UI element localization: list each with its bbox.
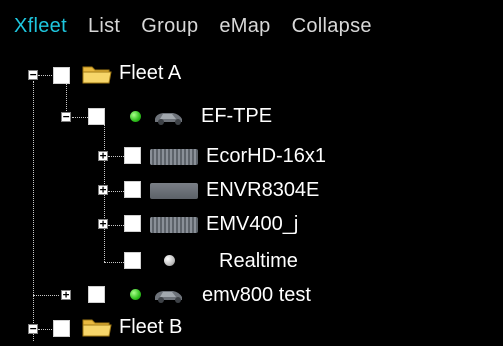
menu-group[interactable]: Group bbox=[141, 15, 198, 38]
device-checkbox[interactable] bbox=[124, 215, 141, 232]
tree-node-device[interactable]: + ENVR8304E bbox=[0, 173, 503, 207]
tree-node-vehicle[interactable]: − EF-TPE bbox=[0, 100, 503, 134]
device-checkbox[interactable] bbox=[124, 181, 141, 198]
tree-node-device[interactable]: + EMV400_j bbox=[0, 207, 503, 241]
menu-bar: Xfleet List Group eMap Collapse bbox=[0, 0, 503, 52]
fleet-tree: − Fleet A − EF-TPE + EcorHD-16x1 + ENVR8… bbox=[0, 52, 503, 344]
expand-toggle[interactable]: + bbox=[98, 218, 108, 229]
tree-node-fleet-b[interactable]: − Fleet B bbox=[0, 312, 503, 346]
fleet-b-checkbox[interactable] bbox=[53, 320, 70, 337]
menu-emap[interactable]: eMap bbox=[219, 15, 270, 38]
folder-icon bbox=[82, 319, 112, 337]
realtime-label: Realtime bbox=[219, 250, 298, 272]
device-label: EcorHD-16x1 bbox=[206, 145, 327, 167]
expand-toggle[interactable]: + bbox=[98, 150, 108, 161]
car-icon bbox=[155, 113, 182, 125]
menu-xfleet[interactable]: Xfleet bbox=[14, 15, 67, 38]
offline-status-icon bbox=[164, 255, 175, 266]
fleet-a-label: Fleet A bbox=[119, 62, 182, 84]
vehicle-checkbox[interactable] bbox=[88, 108, 105, 125]
device-icon bbox=[150, 183, 198, 199]
menu-collapse[interactable]: Collapse bbox=[292, 15, 372, 38]
tree-node-fleet-a[interactable]: − Fleet A bbox=[0, 59, 503, 93]
tree-node-realtime[interactable]: Realtime bbox=[0, 244, 503, 278]
expand-toggle[interactable]: + bbox=[61, 289, 71, 300]
fleet-b-label: Fleet B bbox=[119, 316, 183, 338]
online-status-icon bbox=[130, 111, 141, 122]
tree-node-vehicle[interactable]: + emv800 test bbox=[0, 278, 503, 312]
vehicle-label: EF-TPE bbox=[201, 105, 273, 127]
expand-toggle[interactable]: + bbox=[98, 184, 108, 195]
folder-icon bbox=[82, 66, 112, 84]
collapse-toggle[interactable]: − bbox=[61, 111, 71, 122]
device-checkbox[interactable] bbox=[124, 147, 141, 164]
menu-list[interactable]: List bbox=[88, 15, 120, 38]
fleet-a-checkbox[interactable] bbox=[53, 67, 70, 84]
device-icon bbox=[150, 149, 198, 165]
car-icon bbox=[155, 291, 182, 303]
realtime-checkbox[interactable] bbox=[124, 252, 141, 269]
online-status-icon bbox=[130, 289, 141, 300]
collapse-toggle[interactable]: − bbox=[28, 69, 38, 80]
vehicle-label: emv800 test bbox=[202, 284, 311, 306]
collapse-toggle[interactable]: − bbox=[28, 323, 38, 334]
vehicle-checkbox[interactable] bbox=[88, 286, 105, 303]
device-label: EMV400_j bbox=[206, 213, 299, 235]
device-label: ENVR8304E bbox=[206, 179, 320, 201]
device-icon bbox=[150, 217, 198, 233]
tree-node-device[interactable]: + EcorHD-16x1 bbox=[0, 139, 503, 173]
